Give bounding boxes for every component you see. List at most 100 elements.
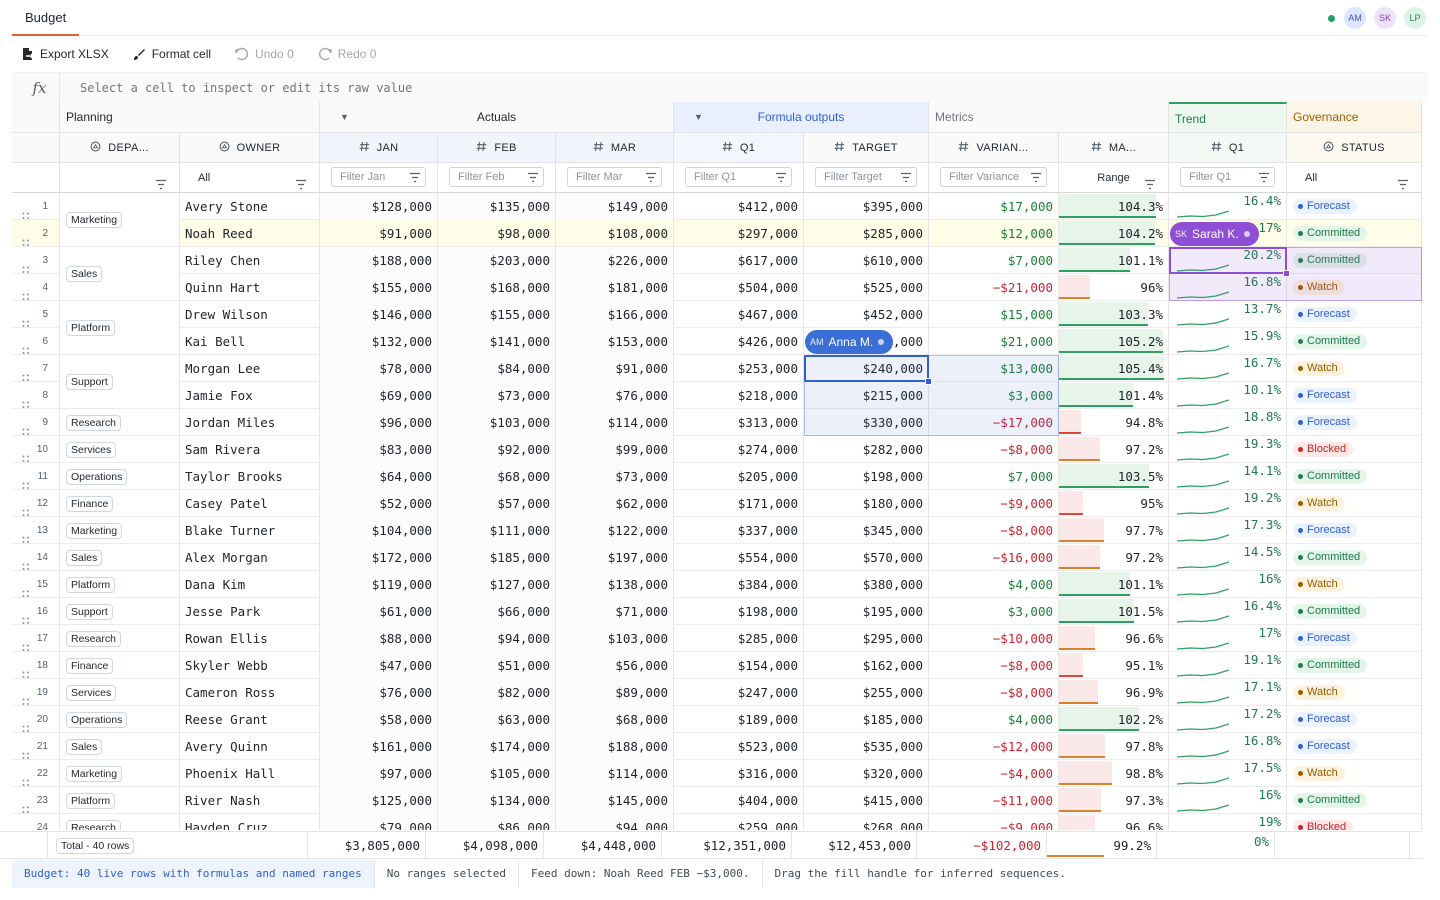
feb-cell[interactable]: $66,000 [438, 598, 556, 625]
collapse-caret-icon[interactable]: ▼ [694, 102, 703, 133]
variance-cell[interactable]: −$9,000 [929, 490, 1059, 517]
feb-cell[interactable]: $111,000 [438, 517, 556, 544]
mar-cell[interactable]: $108,000 [556, 220, 674, 247]
department-cell[interactable]: Platform [60, 787, 180, 814]
status-cell[interactable]: Forecast [1287, 193, 1422, 220]
trend-cell[interactable]: 16.8% [1169, 733, 1287, 760]
owner-cell[interactable]: Alex Morgan [180, 544, 320, 571]
jan-cell[interactable]: $52,000 [320, 490, 438, 517]
feb-cell[interactable]: $185,000 [438, 544, 556, 571]
department-cell[interactable]: Sales [60, 544, 180, 571]
target-cell[interactable]: $198,000 [804, 463, 929, 490]
drag-handle-icon[interactable] [22, 716, 30, 732]
margin-cell[interactable]: 98.8% [1059, 760, 1169, 787]
mar-cell[interactable]: $71,000 [556, 598, 674, 625]
filter-icon[interactable] [1258, 171, 1270, 183]
variance-cell[interactable]: $15,000 [929, 301, 1059, 328]
mar-cell[interactable]: $188,000 [556, 733, 674, 760]
trend-cell[interactable]: 14.1% [1169, 463, 1287, 490]
q1-cell[interactable]: $154,000 [674, 652, 804, 679]
margin-cell[interactable]: 101.1% [1059, 571, 1169, 598]
filter-trend-input[interactable]: Filter Q1 [1180, 167, 1275, 187]
variance-cell[interactable]: −$8,000 [929, 436, 1059, 463]
mar-cell[interactable]: $103,000 [556, 625, 674, 652]
column-header-target[interactable]: TARGET [804, 133, 929, 163]
feb-cell[interactable]: $68,000 [438, 463, 556, 490]
drag-handle-icon[interactable] [22, 635, 30, 651]
target-cell[interactable]: $195,000 [804, 598, 929, 625]
jan-cell[interactable]: $119,000 [320, 571, 438, 598]
jan-cell[interactable]: $161,000 [320, 733, 438, 760]
owner-cell[interactable]: Rowan Ellis [180, 625, 320, 652]
jan-cell[interactable]: $69,000 [320, 382, 438, 409]
q1-cell[interactable]: $337,000 [674, 517, 804, 544]
target-cell[interactable]: $570,000 [804, 544, 929, 571]
target-cell[interactable]: $525,000 [804, 274, 929, 301]
mar-cell[interactable]: $94,000 [556, 814, 674, 830]
margin-cell[interactable]: 103.3% [1059, 301, 1169, 328]
q1-cell[interactable]: $274,000 [674, 436, 804, 463]
feb-cell[interactable]: $127,000 [438, 571, 556, 598]
owner-cell[interactable]: Riley Chen [180, 247, 320, 274]
owner-cell[interactable]: Kai Bell [180, 328, 320, 355]
trend-cell[interactable]: 10.1% [1169, 382, 1287, 409]
trend-cell[interactable]: 16% [1169, 571, 1287, 598]
drag-handle-icon[interactable] [22, 662, 30, 678]
department-cell[interactable]: Services [60, 436, 180, 463]
mar-cell[interactable]: $197,000 [556, 544, 674, 571]
drag-handle-icon[interactable] [22, 257, 30, 273]
q1-cell[interactable]: $285,000 [674, 625, 804, 652]
margin-cell[interactable]: 96.6% [1059, 814, 1169, 830]
group-header-metrics[interactable]: Metrics [929, 102, 1169, 133]
owner-cell[interactable]: Quinn Hart [180, 274, 320, 301]
q1-cell[interactable]: $404,000 [674, 787, 804, 814]
jan-cell[interactable]: $76,000 [320, 679, 438, 706]
variance-cell[interactable]: −$16,000 [929, 544, 1059, 571]
jan-cell[interactable]: $96,000 [320, 409, 438, 436]
trend-cell[interactable]: 16.8% [1169, 274, 1287, 301]
department-cell[interactable]: Platform [60, 571, 180, 598]
filter-icon[interactable] [1144, 172, 1156, 190]
jan-cell[interactable]: $61,000 [320, 598, 438, 625]
drag-handle-icon[interactable] [22, 311, 30, 327]
status-cell[interactable]: Watch [1287, 679, 1422, 706]
filter-feb-input[interactable]: Filter Feb [449, 167, 544, 187]
feb-cell[interactable]: $84,000 [438, 355, 556, 382]
jan-cell[interactable]: $146,000 [320, 301, 438, 328]
department-merged-cell[interactable]: Support [60, 355, 180, 409]
variance-cell[interactable]: $12,000 [929, 220, 1059, 247]
feb-cell[interactable]: $82,000 [438, 679, 556, 706]
margin-cell[interactable]: 101.5% [1059, 598, 1169, 625]
feb-cell[interactable]: $98,000 [438, 220, 556, 247]
q1-cell[interactable]: $504,000 [674, 274, 804, 301]
status-cell[interactable]: Committed [1287, 544, 1422, 571]
target-cell[interactable]: $415,000 [804, 787, 929, 814]
fill-handle[interactable] [925, 378, 932, 385]
variance-cell[interactable]: $4,000 [929, 706, 1059, 733]
margin-cell[interactable]: 105.2% [1059, 328, 1169, 355]
column-header-owner[interactable]: OWNER [180, 133, 320, 163]
trend-cell[interactable]: 16.7% [1169, 355, 1287, 382]
owner-cell[interactable]: Taylor Brooks [180, 463, 320, 490]
group-header-actuals[interactable]: ▼ Actuals [320, 102, 674, 133]
mar-cell[interactable]: $145,000 [556, 787, 674, 814]
drag-handle-icon[interactable] [22, 608, 30, 624]
avatar-am[interactable]: AM [1342, 5, 1368, 31]
mar-cell[interactable]: $114,000 [556, 760, 674, 787]
margin-cell[interactable]: 97.3% [1059, 787, 1169, 814]
status-cell[interactable]: Committed [1287, 328, 1422, 355]
q1-cell[interactable]: $218,000 [674, 382, 804, 409]
q1-cell[interactable]: $297,000 [674, 220, 804, 247]
margin-cell[interactable]: 95% [1059, 490, 1169, 517]
variance-cell[interactable]: $4,000 [929, 571, 1059, 598]
column-header-trend-q1[interactable]: Q1 [1169, 133, 1287, 163]
jan-cell[interactable]: $104,000 [320, 517, 438, 544]
feb-cell[interactable]: $135,000 [438, 193, 556, 220]
jan-cell[interactable]: $58,000 [320, 706, 438, 733]
feb-cell[interactable]: $92,000 [438, 436, 556, 463]
department-merged-cell[interactable]: Sales [60, 247, 180, 301]
feb-cell[interactable]: $155,000 [438, 301, 556, 328]
trend-cell[interactable]: 15.9% [1169, 328, 1287, 355]
department-cell[interactable]: Finance [60, 490, 180, 517]
owner-cell[interactable]: Hayden Cruz [180, 814, 320, 830]
